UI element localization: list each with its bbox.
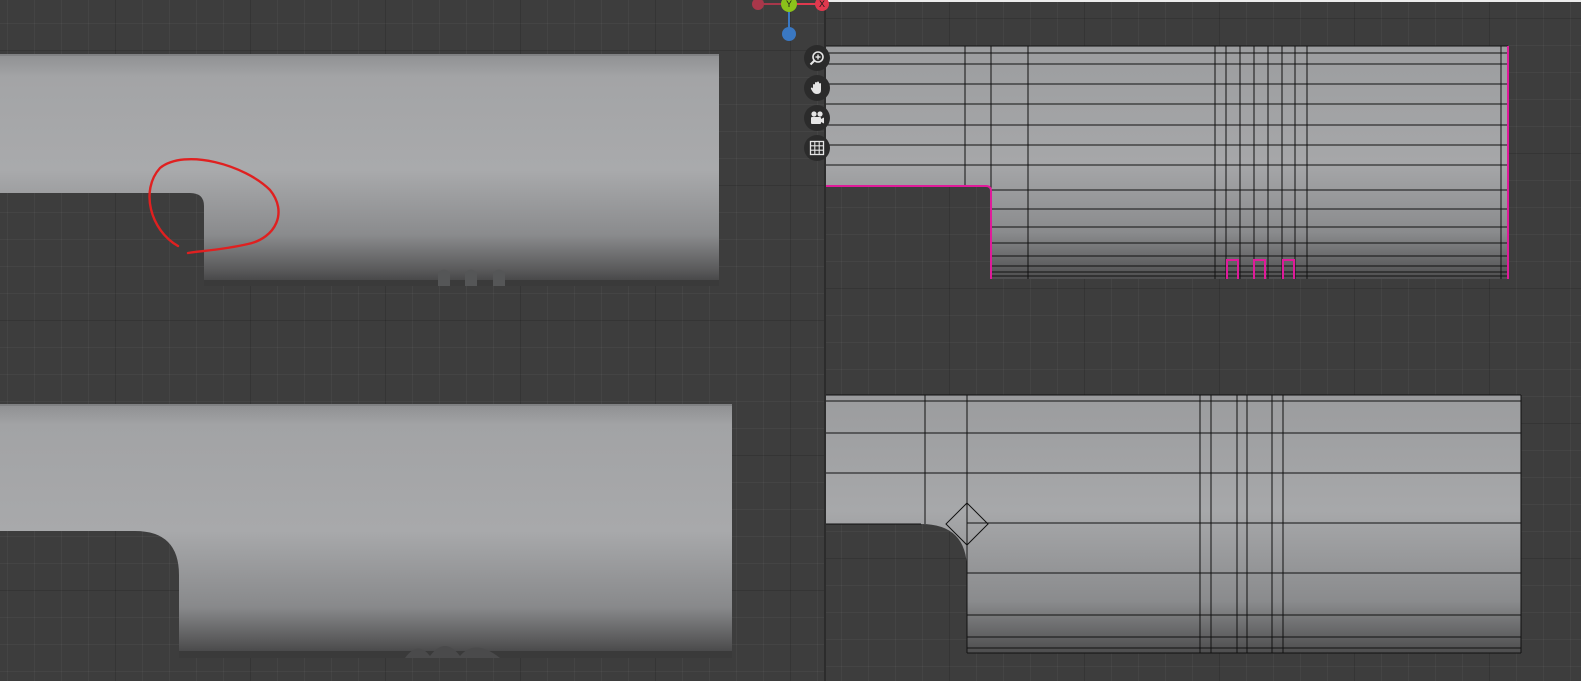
camera-orbit-icon — [811, 111, 824, 124]
grid-toggle-button[interactable] — [804, 135, 830, 161]
svg-text:X: X — [819, 0, 825, 9]
pan-button[interactable] — [804, 75, 830, 101]
hand-pan-icon — [810, 81, 821, 94]
left-viewport[interactable] — [0, 0, 824, 681]
axis-gizmo[interactable]: Y X — [748, 0, 832, 46]
svg-text:Y: Y — [786, 0, 792, 9]
y-axis-handle: Y — [781, 0, 797, 12]
z-axis-handle — [782, 27, 796, 41]
grid-view-icon — [809, 140, 825, 156]
zoom-icon — [809, 51, 824, 66]
right-scene — [826, 45, 1522, 654]
navigation-toolbar — [804, 45, 830, 161]
mesh-bottom-right-wireframe[interactable] — [826, 394, 1522, 654]
neg-x-axis-handle — [752, 0, 764, 10]
left-scene — [0, 54, 732, 658]
zoom-button[interactable] — [804, 45, 830, 71]
right-viewport[interactable] — [826, 0, 1581, 681]
orbit-camera-button[interactable] — [804, 105, 830, 131]
mesh-bottom-left[interactable] — [0, 404, 732, 658]
mesh-top-right-wireframe[interactable] — [826, 45, 1509, 279]
modeling-app: Y X — [0, 0, 1581, 681]
top-highlight-strip — [828, 0, 1581, 2]
mesh-top-left[interactable] — [0, 54, 719, 286]
x-axis-handle: X — [815, 0, 829, 11]
